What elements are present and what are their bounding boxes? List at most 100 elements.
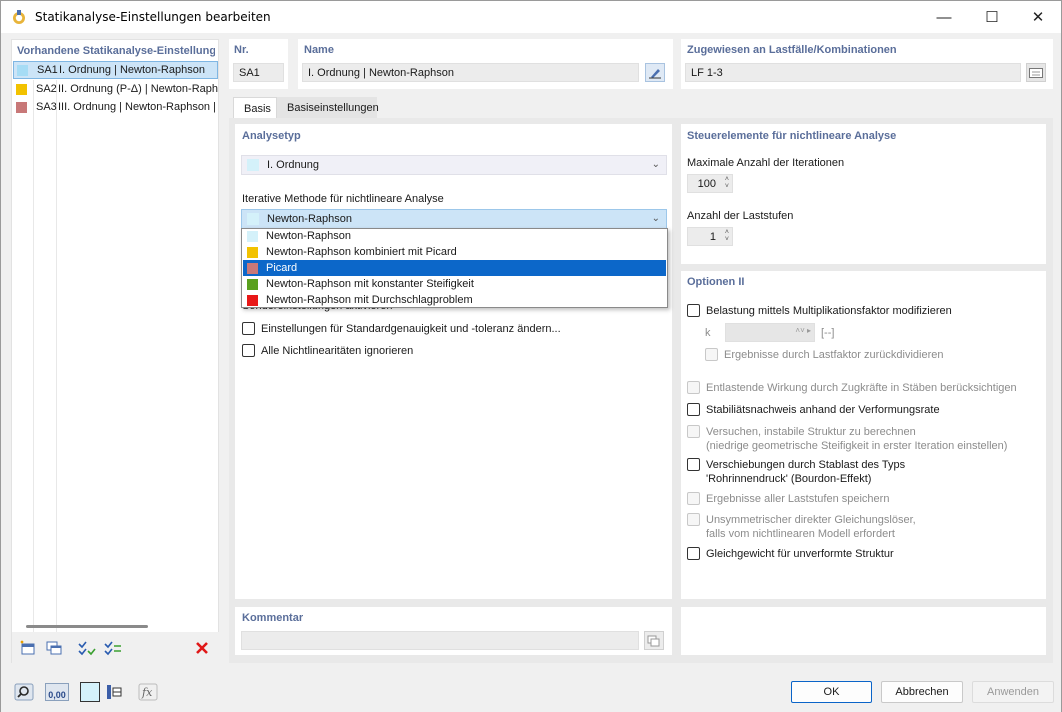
assigned-panel: Zugewiesen an Lastfälle/Kombinationen LF… bbox=[681, 39, 1053, 89]
checkbox-label: Verschiebungen durch Stablast des Typs '… bbox=[706, 458, 905, 486]
divide-results-checkbox[interactable]: Ergebnisse durch Lastfaktor zurückdividi… bbox=[705, 348, 944, 362]
copy-item-icon[interactable] bbox=[43, 638, 65, 658]
color-swatch bbox=[247, 213, 259, 225]
option-label: Newton-Raphson bbox=[266, 230, 351, 242]
list-item-sa1[interactable]: SA1 I. Ordnung | Newton-Raphson bbox=[13, 61, 218, 79]
unsymmetric-solver-checkbox[interactable]: Unsymmetrischer direkter Gleichungslöser… bbox=[687, 513, 916, 541]
stability-checkbox[interactable]: Stabiliätsnachweis anhand der Verformung… bbox=[687, 403, 940, 417]
checkbox-box bbox=[687, 304, 700, 317]
checkbox-label: Ergebnisse aller Laststufen speichern bbox=[706, 493, 890, 505]
edit-name-button[interactable] bbox=[645, 63, 665, 82]
left-toolbar bbox=[12, 632, 220, 664]
iterative-method-dropdown: Newton-Raphson Newton-Raphson kombiniert… bbox=[241, 228, 668, 308]
spinner-value: 100 bbox=[697, 177, 716, 190]
minimize-button[interactable]: — bbox=[921, 1, 967, 33]
checkbox-label-line2: (niedrige geometrische Steifigkeit in er… bbox=[706, 440, 1008, 452]
checkbox-label: Versuchen, instabile Struktur zu berechn… bbox=[706, 425, 1007, 453]
options-ii-panel: Optionen II Belastung mittels Multiplika… bbox=[681, 271, 1046, 599]
edit-icon bbox=[649, 68, 661, 78]
spinner-arrows-icon[interactable]: ˄ ˅ bbox=[725, 176, 729, 190]
existing-settings-panel: Vorhandene Statikanalyse-Einstellunge SA… bbox=[11, 39, 220, 664]
checkbox-box bbox=[242, 322, 255, 335]
bourdon-effect-checkbox[interactable]: Verschiebungen durch Stablast des Typs '… bbox=[687, 458, 905, 486]
checkbox-box bbox=[687, 513, 700, 526]
color-swatch bbox=[247, 262, 258, 274]
comment-library-button[interactable] bbox=[644, 631, 664, 650]
maximize-button[interactable]: ☐ bbox=[969, 1, 1015, 33]
units-icon[interactable]: 0,00 bbox=[44, 681, 70, 703]
k-field: ˄˅ ▸ bbox=[725, 323, 815, 342]
item-code: SA2 bbox=[36, 83, 57, 95]
list-item-sa3[interactable]: SA3 III. Ordnung | Newton-Raphson | 1 bbox=[13, 98, 218, 116]
comment-field[interactable] bbox=[241, 631, 639, 650]
checkbox-box bbox=[687, 403, 700, 416]
check-toggle-icon[interactable] bbox=[102, 638, 124, 658]
checkbox-box bbox=[705, 348, 718, 361]
delete-icon[interactable] bbox=[191, 638, 213, 658]
column-divider bbox=[33, 80, 34, 635]
function-icon[interactable]: fx bbox=[136, 681, 160, 703]
analysis-panel: Analysetyp I. Ordnung ⌄ Iterative Method… bbox=[235, 124, 672, 599]
list-item-sa2[interactable]: SA2 II. Ordnung (P-Δ) | Newton-Raphson bbox=[13, 80, 218, 98]
checkbox-label-line2: 'Rohrinnendruck' (Bourdon-Effekt) bbox=[706, 473, 872, 485]
color-swatch bbox=[247, 278, 258, 290]
checkbox-label-line1: Unsymmetrischer direkter Gleichungslöser… bbox=[706, 514, 916, 526]
select-loadcases-button[interactable] bbox=[1026, 63, 1046, 82]
precision-checkbox[interactable]: Einstellungen für Standardgenauigkeit un… bbox=[242, 322, 561, 336]
checkbox-box bbox=[687, 458, 700, 471]
chevron-down-icon: ⌄ bbox=[651, 159, 660, 170]
cancel-button[interactable]: Abbrechen bbox=[881, 681, 963, 703]
check-all-icon[interactable] bbox=[76, 638, 98, 658]
k-spinner-icon: ˄˅ ▸ bbox=[795, 326, 811, 335]
display-settings-icon[interactable] bbox=[102, 681, 126, 703]
dropdown-option-picard[interactable]: Picard bbox=[243, 260, 666, 276]
color-box-icon[interactable] bbox=[78, 681, 102, 703]
column-divider bbox=[56, 80, 57, 635]
name-panel: Name I. Ordnung | Newton-Raphson bbox=[298, 39, 673, 89]
tension-relief-checkbox[interactable]: Entlastende Wirkung durch Zugkräfte in S… bbox=[687, 381, 1017, 395]
ignore-nonlinearities-checkbox[interactable]: Alle Nichtlinearitäten ignorieren bbox=[242, 344, 413, 358]
iterative-method-select[interactable]: Newton-Raphson ⌄ bbox=[241, 209, 667, 229]
nonlinear-controls-panel: Steuerelemente für nichtlineare Analyse … bbox=[681, 124, 1046, 264]
k-label: k bbox=[705, 327, 711, 339]
search-icon[interactable] bbox=[12, 681, 36, 703]
checkbox-label: Belastung mittels Multiplikationsfaktor … bbox=[706, 305, 952, 317]
save-all-steps-checkbox[interactable]: Ergebnisse aller Laststufen speichern bbox=[687, 492, 889, 506]
unstable-structure-checkbox[interactable]: Versuchen, instabile Struktur zu berechn… bbox=[687, 425, 1007, 453]
title-bar: Statikanalyse-Einstellungen bearbeiten —… bbox=[1, 1, 1061, 33]
analysis-type-select[interactable]: I. Ordnung ⌄ bbox=[241, 155, 667, 175]
spinner-arrows-icon[interactable]: ˄ ˅ bbox=[725, 229, 729, 243]
dropdown-option-newton-raphson-picard[interactable]: Newton-Raphson kombiniert mit Picard bbox=[243, 244, 666, 260]
close-button[interactable]: ✕ bbox=[1015, 1, 1061, 33]
tab-basis[interactable]: Basis bbox=[233, 97, 277, 119]
load-steps-spinner[interactable]: 1 ˄ ˅ bbox=[687, 227, 733, 246]
iterative-method-value: Newton-Raphson bbox=[267, 213, 352, 225]
color-swatch bbox=[16, 101, 27, 113]
nonlinear-controls-title: Steuerelemente für nichtlineare Analyse bbox=[687, 130, 897, 142]
ok-button[interactable]: OK bbox=[791, 681, 872, 703]
horizontal-scrollbar[interactable] bbox=[26, 625, 148, 628]
app-icon bbox=[13, 10, 25, 24]
load-steps-label: Anzahl der Laststufen bbox=[687, 210, 794, 222]
color-swatch bbox=[247, 294, 258, 306]
checkbox-label: Gleichgewicht für unverformte Struktur bbox=[706, 548, 894, 560]
nr-panel: Nr. SA1 bbox=[229, 39, 288, 89]
apply-button[interactable]: Anwenden bbox=[972, 681, 1054, 703]
multiplier-checkbox[interactable]: Belastung mittels Multiplikationsfaktor … bbox=[687, 304, 952, 318]
dropdown-option-constant-stiffness[interactable]: Newton-Raphson mit konstanter Steifigkei… bbox=[243, 276, 666, 292]
existing-settings-header: Vorhandene Statikanalyse-Einstellunge bbox=[17, 45, 215, 57]
option-label: Newton-Raphson mit Durchschlagproblem bbox=[266, 294, 473, 306]
undeformed-equilibrium-checkbox[interactable]: Gleichgewicht für unverformte Struktur bbox=[687, 547, 894, 561]
max-iterations-spinner[interactable]: 100 ˄ ˅ bbox=[687, 174, 733, 193]
list-select-icon bbox=[1029, 67, 1043, 78]
dropdown-option-snap-through[interactable]: Newton-Raphson mit Durchschlagproblem bbox=[243, 292, 666, 308]
comment-panel: Kommentar bbox=[235, 607, 672, 655]
dropdown-option-newton-raphson[interactable]: Newton-Raphson bbox=[243, 228, 666, 244]
option-label: Newton-Raphson kombiniert mit Picard bbox=[266, 246, 457, 258]
new-item-icon[interactable] bbox=[17, 638, 39, 658]
tab-basiseinstellungen[interactable]: Basiseinstellungen bbox=[277, 97, 379, 119]
option-label: Newton-Raphson mit konstanter Steifigkei… bbox=[266, 278, 474, 290]
checkbox-label: Stabiliätsnachweis anhand der Verformung… bbox=[706, 404, 940, 416]
spinner-value: 1 bbox=[709, 230, 716, 243]
copy-icon bbox=[647, 635, 660, 646]
